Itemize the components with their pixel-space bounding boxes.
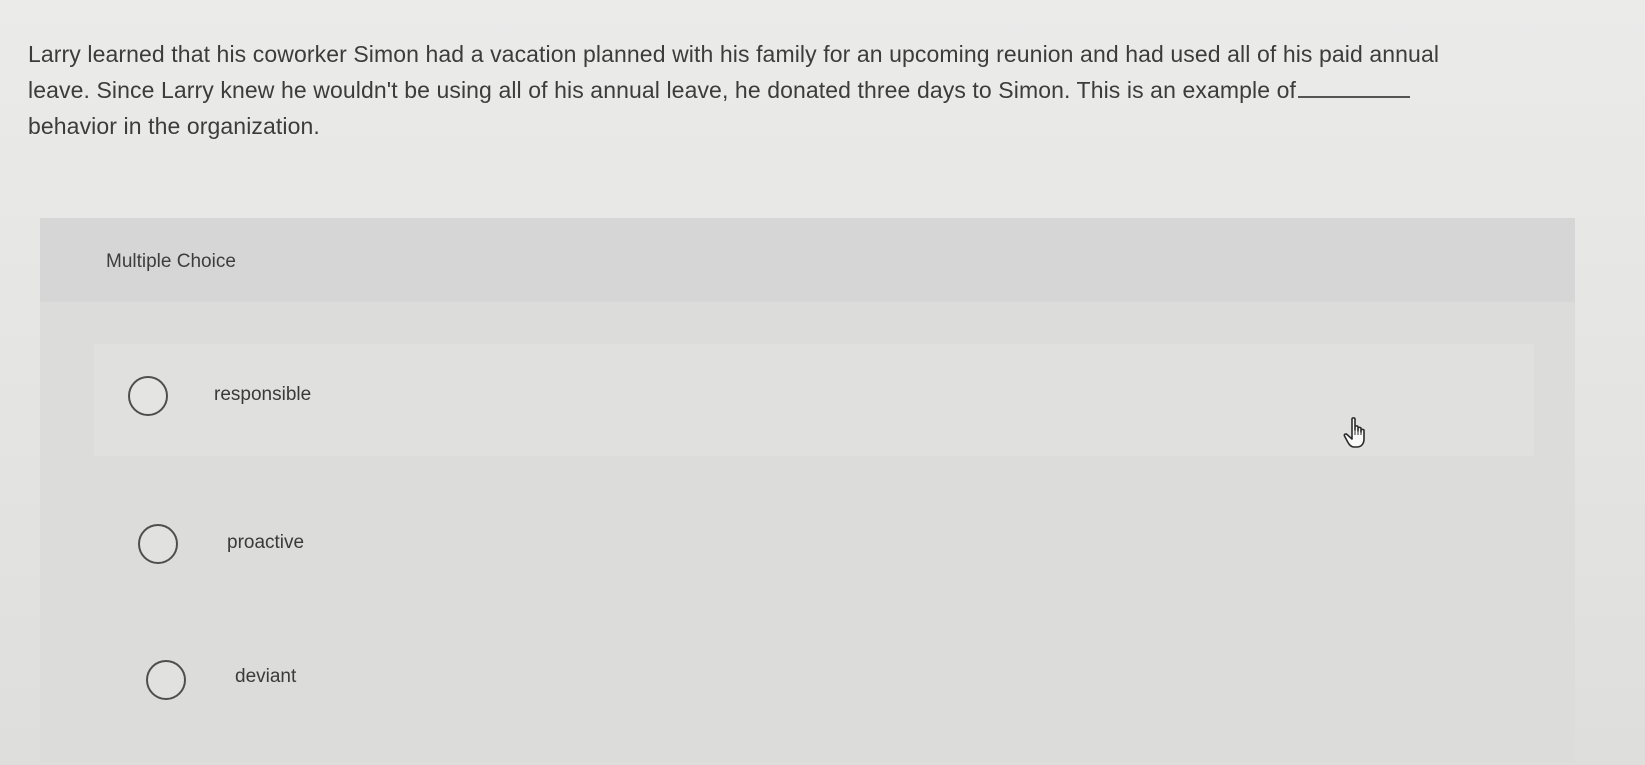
- option-label[interactable]: responsible: [214, 384, 311, 406]
- radio-unselected-icon[interactable]: [128, 376, 168, 416]
- question-prompt: Larry learned that his coworker Simon ha…: [28, 36, 1528, 144]
- question-line-2: leave. Since Larry knew he wouldn't be u…: [28, 72, 1528, 108]
- question-line-1: Larry learned that his coworker Simon ha…: [28, 41, 1440, 67]
- radio-unselected-icon[interactable]: [138, 524, 178, 564]
- multiple-choice-panel: Multiple Choice responsible proactive de…: [40, 218, 1575, 763]
- option-label[interactable]: proactive: [227, 532, 304, 554]
- answer-blank: [1297, 78, 1410, 98]
- option-responsible[interactable]: responsible: [94, 344, 1534, 456]
- question-line-3: behavior in the organization.: [28, 113, 320, 139]
- quiz-page: Larry learned that his coworker Simon ha…: [0, 0, 1645, 765]
- option-deviant[interactable]: deviant: [94, 618, 1534, 730]
- option-label[interactable]: deviant: [235, 666, 296, 688]
- radio-unselected-icon[interactable]: [146, 660, 186, 700]
- multiple-choice-title: Multiple Choice: [106, 251, 236, 272]
- hand-pointer-icon: [1343, 417, 1365, 448]
- option-proactive[interactable]: proactive: [94, 490, 1534, 602]
- multiple-choice-header: Multiple Choice: [40, 218, 1575, 302]
- question-line-2-text: leave. Since Larry knew he wouldn't be u…: [28, 77, 1296, 103]
